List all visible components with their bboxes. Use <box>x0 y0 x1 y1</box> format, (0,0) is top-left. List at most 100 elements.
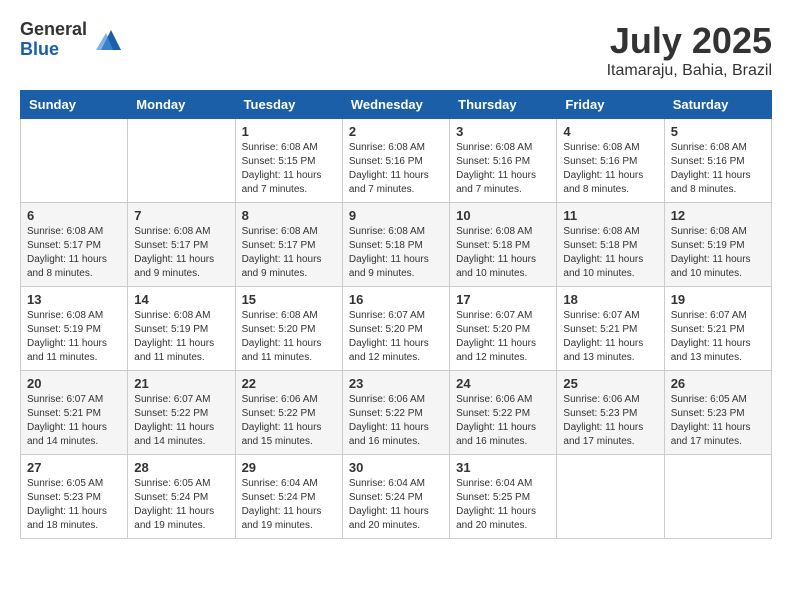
day-number: 19 <box>671 292 765 307</box>
day-info: Sunrise: 6:04 AM Sunset: 5:24 PM Dayligh… <box>242 477 336 533</box>
day-info: Sunrise: 6:08 AM Sunset: 5:16 PM Dayligh… <box>456 141 550 197</box>
day-number: 16 <box>349 292 443 307</box>
calendar-cell: 23 Sunrise: 6:06 AM Sunset: 5:22 PM Dayli… <box>342 371 449 455</box>
day-info: Sunrise: 6:05 AM Sunset: 5:23 PM Dayligh… <box>27 477 121 533</box>
day-info: Sunrise: 6:08 AM Sunset: 5:20 PM Dayligh… <box>242 309 336 365</box>
day-info: Sunrise: 6:07 AM Sunset: 5:20 PM Dayligh… <box>456 309 550 365</box>
day-info: Sunrise: 6:08 AM Sunset: 5:16 PM Dayligh… <box>349 141 443 197</box>
day-number: 10 <box>456 208 550 223</box>
day-number: 2 <box>349 124 443 139</box>
calendar-cell: 29 Sunrise: 6:04 AM Sunset: 5:24 PM Dayli… <box>235 455 342 539</box>
day-number: 8 <box>242 208 336 223</box>
day-info: Sunrise: 6:05 AM Sunset: 5:24 PM Dayligh… <box>134 477 228 533</box>
calendar-cell <box>664 455 771 539</box>
calendar-cell: 11 Sunrise: 6:08 AM Sunset: 5:18 PM Dayli… <box>557 203 664 287</box>
title-block: July 2025 Itamaraju, Bahia, Brazil <box>607 20 772 80</box>
calendar-cell: 13 Sunrise: 6:08 AM Sunset: 5:19 PM Dayli… <box>21 287 128 371</box>
location-title: Itamaraju, Bahia, Brazil <box>607 62 772 80</box>
col-header-thursday: Thursday <box>450 91 557 119</box>
day-number: 27 <box>27 460 121 475</box>
day-number: 24 <box>456 376 550 391</box>
day-number: 6 <box>27 208 121 223</box>
day-number: 25 <box>563 376 657 391</box>
day-info: Sunrise: 6:08 AM Sunset: 5:19 PM Dayligh… <box>27 309 121 365</box>
calendar-cell: 26 Sunrise: 6:05 AM Sunset: 5:23 PM Dayli… <box>664 371 771 455</box>
col-header-friday: Friday <box>557 91 664 119</box>
day-number: 21 <box>134 376 228 391</box>
calendar-cell: 20Sunrise: 6:07 AM Sunset: 5:21 PM Dayli… <box>21 371 128 455</box>
calendar-week-row: 20Sunrise: 6:07 AM Sunset: 5:21 PM Dayli… <box>21 371 772 455</box>
calendar-cell: 5 Sunrise: 6:08 AM Sunset: 5:16 PM Daylig… <box>664 119 771 203</box>
day-info: Sunrise: 6:08 AM Sunset: 5:16 PM Dayligh… <box>671 141 765 197</box>
page-header: General Blue July 2025 Itamaraju, Bahia,… <box>20 20 772 80</box>
day-number: 31 <box>456 460 550 475</box>
day-number: 30 <box>349 460 443 475</box>
day-info: Sunrise: 6:08 AM Sunset: 5:17 PM Dayligh… <box>242 225 336 281</box>
day-number: 26 <box>671 376 765 391</box>
calendar-cell: 2 Sunrise: 6:08 AM Sunset: 5:16 PM Daylig… <box>342 119 449 203</box>
calendar-cell: 1 Sunrise: 6:08 AM Sunset: 5:15 PM Daylig… <box>235 119 342 203</box>
calendar-cell: 27 Sunrise: 6:05 AM Sunset: 5:23 PM Dayli… <box>21 455 128 539</box>
logo-blue-text: Blue <box>20 40 87 60</box>
calendar-cell: 18Sunrise: 6:07 AM Sunset: 5:21 PM Dayli… <box>557 287 664 371</box>
day-number: 9 <box>349 208 443 223</box>
calendar-cell <box>557 455 664 539</box>
day-number: 5 <box>671 124 765 139</box>
day-number: 17 <box>456 292 550 307</box>
day-number: 3 <box>456 124 550 139</box>
col-header-saturday: Saturday <box>664 91 771 119</box>
calendar-table: SundayMondayTuesdayWednesdayThursdayFrid… <box>20 90 772 539</box>
calendar-cell: 12 Sunrise: 6:08 AM Sunset: 5:19 PM Dayli… <box>664 203 771 287</box>
calendar-cell: 24 Sunrise: 6:06 AM Sunset: 5:22 PM Dayli… <box>450 371 557 455</box>
day-number: 23 <box>349 376 443 391</box>
day-info: Sunrise: 6:08 AM Sunset: 5:18 PM Dayligh… <box>349 225 443 281</box>
calendar-cell <box>21 119 128 203</box>
day-info: Sunrise: 6:06 AM Sunset: 5:22 PM Dayligh… <box>242 393 336 449</box>
day-info: Sunrise: 6:08 AM Sunset: 5:17 PM Dayligh… <box>134 225 228 281</box>
calendar-cell <box>128 119 235 203</box>
calendar-cell: 31 Sunrise: 6:04 AM Sunset: 5:25 PM Dayli… <box>450 455 557 539</box>
day-number: 13 <box>27 292 121 307</box>
col-header-wednesday: Wednesday <box>342 91 449 119</box>
calendar-cell: 21Sunrise: 6:07 AM Sunset: 5:22 PM Dayli… <box>128 371 235 455</box>
calendar-cell: 3 Sunrise: 6:08 AM Sunset: 5:16 PM Daylig… <box>450 119 557 203</box>
day-number: 7 <box>134 208 228 223</box>
logo-general-text: General <box>20 20 87 40</box>
day-info: Sunrise: 6:08 AM Sunset: 5:18 PM Dayligh… <box>456 225 550 281</box>
day-number: 22 <box>242 376 336 391</box>
day-info: Sunrise: 6:08 AM Sunset: 5:15 PM Dayligh… <box>242 141 336 197</box>
day-number: 12 <box>671 208 765 223</box>
day-number: 1 <box>242 124 336 139</box>
day-info: Sunrise: 6:04 AM Sunset: 5:25 PM Dayligh… <box>456 477 550 533</box>
day-info: Sunrise: 6:06 AM Sunset: 5:22 PM Dayligh… <box>349 393 443 449</box>
day-number: 4 <box>563 124 657 139</box>
calendar-cell: 4Sunrise: 6:08 AM Sunset: 5:16 PM Daylig… <box>557 119 664 203</box>
calendar-cell: 19Sunrise: 6:07 AM Sunset: 5:21 PM Dayli… <box>664 287 771 371</box>
col-header-monday: Monday <box>128 91 235 119</box>
day-info: Sunrise: 6:05 AM Sunset: 5:23 PM Dayligh… <box>671 393 765 449</box>
day-info: Sunrise: 6:06 AM Sunset: 5:22 PM Dayligh… <box>456 393 550 449</box>
calendar-cell: 8 Sunrise: 6:08 AM Sunset: 5:17 PM Daylig… <box>235 203 342 287</box>
day-info: Sunrise: 6:08 AM Sunset: 5:18 PM Dayligh… <box>563 225 657 281</box>
calendar-cell: 25 Sunrise: 6:06 AM Sunset: 5:23 PM Dayli… <box>557 371 664 455</box>
day-info: Sunrise: 6:07 AM Sunset: 5:20 PM Dayligh… <box>349 309 443 365</box>
calendar-cell: 9 Sunrise: 6:08 AM Sunset: 5:18 PM Daylig… <box>342 203 449 287</box>
calendar-cell: 16 Sunrise: 6:07 AM Sunset: 5:20 PM Dayli… <box>342 287 449 371</box>
calendar-week-row: 6 Sunrise: 6:08 AM Sunset: 5:17 PM Daylig… <box>21 203 772 287</box>
day-number: 11 <box>563 208 657 223</box>
day-number: 18 <box>563 292 657 307</box>
calendar-cell: 7 Sunrise: 6:08 AM Sunset: 5:17 PM Daylig… <box>128 203 235 287</box>
day-info: Sunrise: 6:04 AM Sunset: 5:24 PM Dayligh… <box>349 477 443 533</box>
calendar-week-row: 1 Sunrise: 6:08 AM Sunset: 5:15 PM Daylig… <box>21 119 772 203</box>
day-info: Sunrise: 6:06 AM Sunset: 5:23 PM Dayligh… <box>563 393 657 449</box>
day-number: 28 <box>134 460 228 475</box>
month-title: July 2025 <box>607 20 772 62</box>
calendar-cell: 10 Sunrise: 6:08 AM Sunset: 5:18 PM Dayli… <box>450 203 557 287</box>
day-info: Sunrise: 6:08 AM Sunset: 5:19 PM Dayligh… <box>671 225 765 281</box>
calendar-cell: 30 Sunrise: 6:04 AM Sunset: 5:24 PM Dayli… <box>342 455 449 539</box>
calendar-cell: 6Sunrise: 6:08 AM Sunset: 5:17 PM Daylig… <box>21 203 128 287</box>
day-number: 29 <box>242 460 336 475</box>
calendar-cell: 22 Sunrise: 6:06 AM Sunset: 5:22 PM Dayli… <box>235 371 342 455</box>
calendar-cell: 15Sunrise: 6:08 AM Sunset: 5:20 PM Dayli… <box>235 287 342 371</box>
logo-icon <box>91 25 121 55</box>
